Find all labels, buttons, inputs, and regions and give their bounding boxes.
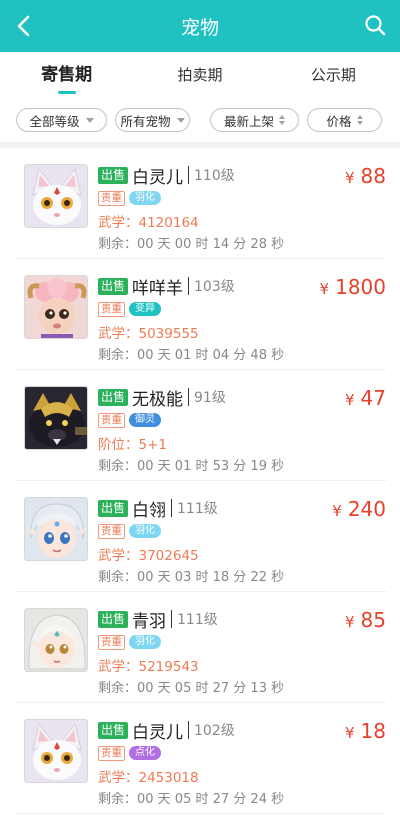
- chevron-down-icon: [85, 117, 94, 123]
- quality-tag: 贵重: [98, 745, 125, 761]
- newest-sort-button[interactable]: 最新上架: [210, 108, 299, 132]
- divider: [188, 166, 190, 184]
- pet-name: 青羽: [132, 611, 167, 632]
- tab-auction[interactable]: 拍卖期: [133, 52, 266, 98]
- type-tag: 变异: [129, 302, 161, 316]
- sale-badge: 出售: [98, 388, 129, 406]
- quality-tag: 贵重: [98, 301, 125, 317]
- sort-arrows-icon: [279, 115, 285, 125]
- remaining-time: 剩余：00 天 05 时 27 分 24 秒: [98, 792, 285, 807]
- sale-badge: 出售: [98, 166, 129, 184]
- sale-badge: 出售: [98, 277, 129, 295]
- search-icon[interactable]: [364, 14, 386, 36]
- remaining-time: 剩余：00 天 01 时 53 分 19 秒: [98, 459, 285, 474]
- pet-stat: 武学：2453018: [98, 770, 199, 786]
- pet-name: 白灵儿: [132, 722, 184, 743]
- pet-info: 出售 无极能 91级 ¥47 贵重 御灵 阶位：5+1 剩余：00 天 01 时…: [98, 386, 386, 474]
- remaining-time: 剩余：00 天 00 时 14 分 28 秒: [98, 237, 285, 252]
- pet-stat: 武学：4120164: [98, 215, 199, 231]
- pet-info: 出售 白灵儿 102级 ¥18 贵重 点化 武学：2453018 剩余：00 天…: [98, 719, 386, 807]
- pet-level: 111级: [177, 501, 218, 517]
- white-fox-pet-icon: [24, 164, 88, 228]
- white-fox-pet-icon: [24, 719, 88, 783]
- top-bar: 宠物: [0, 0, 400, 52]
- page-title: 宠物: [180, 17, 219, 39]
- type-tag: 点化: [129, 746, 161, 760]
- pet-price: ¥1800: [319, 275, 386, 299]
- pet-price: ¥240: [332, 497, 386, 521]
- chevron-down-icon: [176, 117, 185, 123]
- pet-filter-label: 所有宠物: [120, 113, 171, 129]
- price-sort-button[interactable]: 价格: [307, 108, 382, 132]
- pet-level: 110级: [194, 168, 235, 184]
- tab-publicity[interactable]: 公示期: [267, 52, 400, 98]
- pet-price: ¥47: [345, 386, 386, 410]
- list-item[interactable]: 出售 咩咩羊 103级 ¥1800 贵重 变异 武学：5039555 剩余：00…: [16, 259, 386, 370]
- type-tag: 羽化: [129, 635, 161, 649]
- pet-name: 无极能: [132, 389, 184, 410]
- newest-sort-label: 最新上架: [223, 113, 274, 129]
- pet-name: 白灵儿: [132, 167, 184, 188]
- pet-level: 111级: [177, 612, 218, 628]
- level-filter-label: 全部等级: [29, 113, 80, 129]
- pet-stat: 武学：3702645: [98, 548, 199, 564]
- pet-price: ¥18: [345, 719, 386, 743]
- list-item[interactable]: 出售 青羽 111级 ¥85 贵重 羽化 武学：5219543 剩余：00 天 …: [16, 592, 386, 703]
- remaining-time: 剩余：00 天 03 时 18 分 22 秒: [98, 570, 285, 585]
- quality-tag: 贵重: [98, 634, 125, 650]
- divider: [188, 277, 190, 295]
- quality-tag: 贵重: [98, 523, 125, 539]
- pet-level: 91级: [194, 390, 226, 406]
- pet-name: 白翎: [132, 500, 167, 521]
- sale-badge: 出售: [98, 499, 129, 517]
- white-hair-elf-pet-icon: [24, 608, 88, 672]
- sort-arrows-icon: [356, 115, 363, 125]
- divider: [171, 610, 173, 628]
- level-filter-dropdown[interactable]: 全部等级: [16, 108, 107, 132]
- list-item[interactable]: 出售 白灵儿 102级 ¥18 贵重 点化 武学：2453018 剩余：00 天…: [16, 703, 386, 814]
- divider: [188, 721, 190, 739]
- tab-consignment[interactable]: 寄售期: [0, 52, 133, 98]
- tab-bar: 寄售期 拍卖期 公示期: [0, 52, 400, 98]
- divider: [171, 499, 173, 517]
- list-item[interactable]: 出售 白灵儿 110级 ¥88 贵重 羽化 武学：4120164 剩余：00 天…: [16, 148, 386, 259]
- pet-price: ¥88: [345, 164, 386, 188]
- pet-level: 103级: [194, 279, 235, 295]
- quality-tag: 贵重: [98, 190, 125, 206]
- quality-tag: 贵重: [98, 412, 125, 428]
- pet-info: 出售 白翎 111级 ¥240 贵重 羽化 武学：3702645 剩余：00 天…: [98, 497, 386, 585]
- filter-bar: 全部等级 所有宠物 最新上架 价格: [0, 98, 400, 142]
- type-tag: 御灵: [129, 413, 161, 427]
- divider: [188, 388, 190, 406]
- pet-listing: 出售 白灵儿 110级 ¥88 贵重 羽化 武学：4120164 剩余：00 天…: [0, 148, 400, 814]
- pet-stat: 阶位：5+1: [98, 437, 167, 453]
- pet-stat: 武学：5219543: [98, 659, 199, 675]
- pet-info: 出售 咩咩羊 103级 ¥1800 贵重 变异 武学：5039555 剩余：00…: [98, 275, 386, 363]
- sale-badge: 出售: [98, 610, 129, 628]
- pet-level: 102级: [194, 723, 235, 739]
- pet-price: ¥85: [345, 608, 386, 632]
- armored-bear-pet-icon: [24, 386, 88, 450]
- pet-name: 咩咩羊: [132, 278, 184, 299]
- type-tag: 羽化: [129, 191, 161, 205]
- pet-filter-dropdown[interactable]: 所有宠物: [115, 108, 190, 132]
- remaining-time: 剩余：00 天 05 时 27 分 13 秒: [98, 681, 285, 696]
- silver-hair-boy-pet-icon: [24, 497, 88, 561]
- remaining-time: 剩余：00 天 01 时 04 分 48 秒: [98, 348, 285, 363]
- price-sort-label: 价格: [326, 113, 352, 129]
- list-item[interactable]: 出售 无极能 91级 ¥47 贵重 御灵 阶位：5+1 剩余：00 天 01 时…: [16, 370, 386, 481]
- list-item[interactable]: 出售 白翎 111级 ¥240 贵重 羽化 武学：3702645 剩余：00 天…: [16, 481, 386, 592]
- type-tag: 羽化: [129, 524, 161, 538]
- sale-badge: 出售: [98, 721, 129, 739]
- pet-info: 出售 青羽 111级 ¥85 贵重 羽化 武学：5219543 剩余：00 天 …: [98, 608, 386, 696]
- pet-stat: 武学：5039555: [98, 326, 199, 342]
- pet-info: 出售 白灵儿 110级 ¥88 贵重 羽化 武学：4120164 剩余：00 天…: [98, 164, 386, 252]
- pink-sheep-pet-icon: [24, 275, 88, 339]
